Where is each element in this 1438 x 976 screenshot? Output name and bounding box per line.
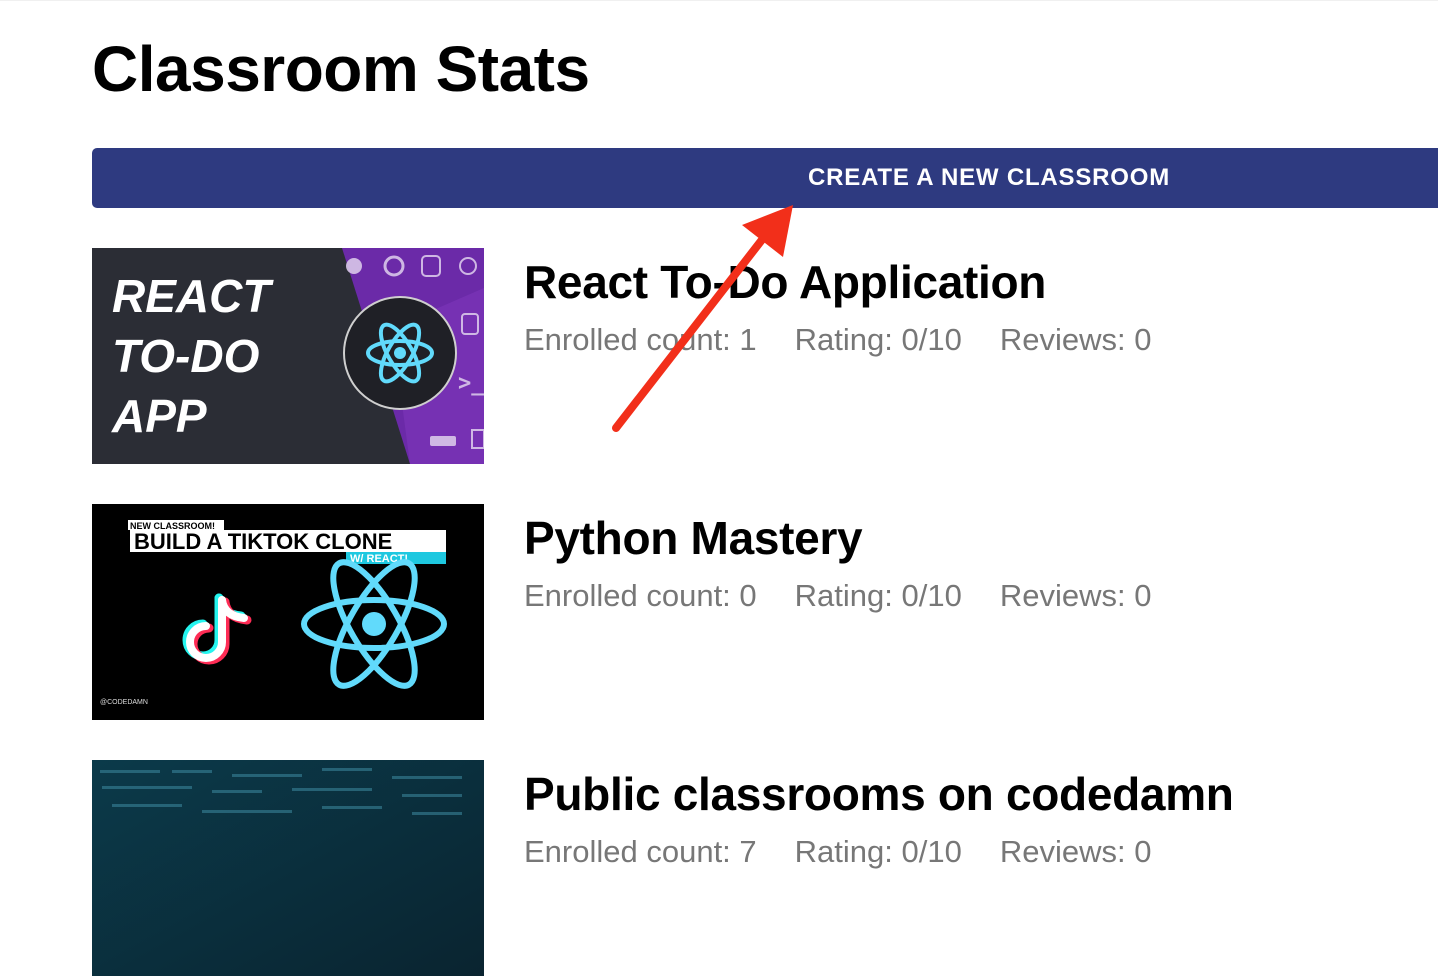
- classroom-item[interactable]: >_ REACT TO-DO APP React To-Do Applicati…: [92, 248, 1438, 464]
- svg-text:APP: APP: [111, 390, 207, 442]
- reviews-count: Reviews: 0: [999, 834, 1152, 869]
- classroom-thumbnail[interactable]: >_ REACT TO-DO APP: [92, 248, 484, 464]
- reviews-count: Reviews: 0: [999, 578, 1152, 613]
- enrolled-count: Enrolled count: 1: [524, 322, 757, 357]
- enrolled-count: Enrolled count: 0: [524, 578, 757, 613]
- classroom-thumbnail[interactable]: [92, 760, 484, 976]
- classroom-stats: Enrolled count: 7 Rating: 0/10 Reviews: 0: [524, 834, 1234, 870]
- svg-text:TO-DO: TO-DO: [112, 330, 260, 382]
- reviews-count: Reviews: 0: [999, 322, 1152, 357]
- rating: Rating: 0/10: [794, 322, 962, 357]
- classroom-stats: Enrolled count: 0 Rating: 0/10 Reviews: 0: [524, 578, 1189, 614]
- classroom-title[interactable]: Public classrooms on codedamn: [524, 766, 1234, 822]
- rating: Rating: 0/10: [794, 834, 962, 869]
- classroom-thumbnail[interactable]: NEW CLASSROOM! BUILD A TIKTOK CLONE W/ R…: [92, 504, 484, 720]
- classroom-title[interactable]: React To-Do Application: [524, 254, 1189, 310]
- svg-text:@CODEDAMN: @CODEDAMN: [100, 699, 148, 706]
- enrolled-count: Enrolled count: 7: [524, 834, 757, 869]
- rating: Rating: 0/10: [794, 578, 962, 613]
- classroom-item[interactable]: NEW CLASSROOM! BUILD A TIKTOK CLONE W/ R…: [92, 504, 1438, 720]
- react-logo-icon: [343, 296, 457, 410]
- create-classroom-button-label: CREATE A NEW CLASSROOM: [808, 164, 1171, 191]
- top-border: [0, 0, 1438, 1]
- svg-text:>_: >_: [458, 371, 484, 396]
- classroom-item[interactable]: Public classrooms on codedamn Enrolled c…: [92, 760, 1438, 976]
- classroom-title[interactable]: Python Mastery: [524, 510, 1189, 566]
- svg-text:REACT: REACT: [112, 270, 274, 322]
- page-title: Classroom Stats: [92, 33, 590, 105]
- create-classroom-button[interactable]: CREATE A NEW CLASSROOM: [92, 148, 1438, 208]
- classroom-stats: Enrolled count: 1 Rating: 0/10 Reviews: 0: [524, 322, 1189, 358]
- svg-text:BUILD A TIKTOK CLONE: BUILD A TIKTOK CLONE: [134, 529, 392, 554]
